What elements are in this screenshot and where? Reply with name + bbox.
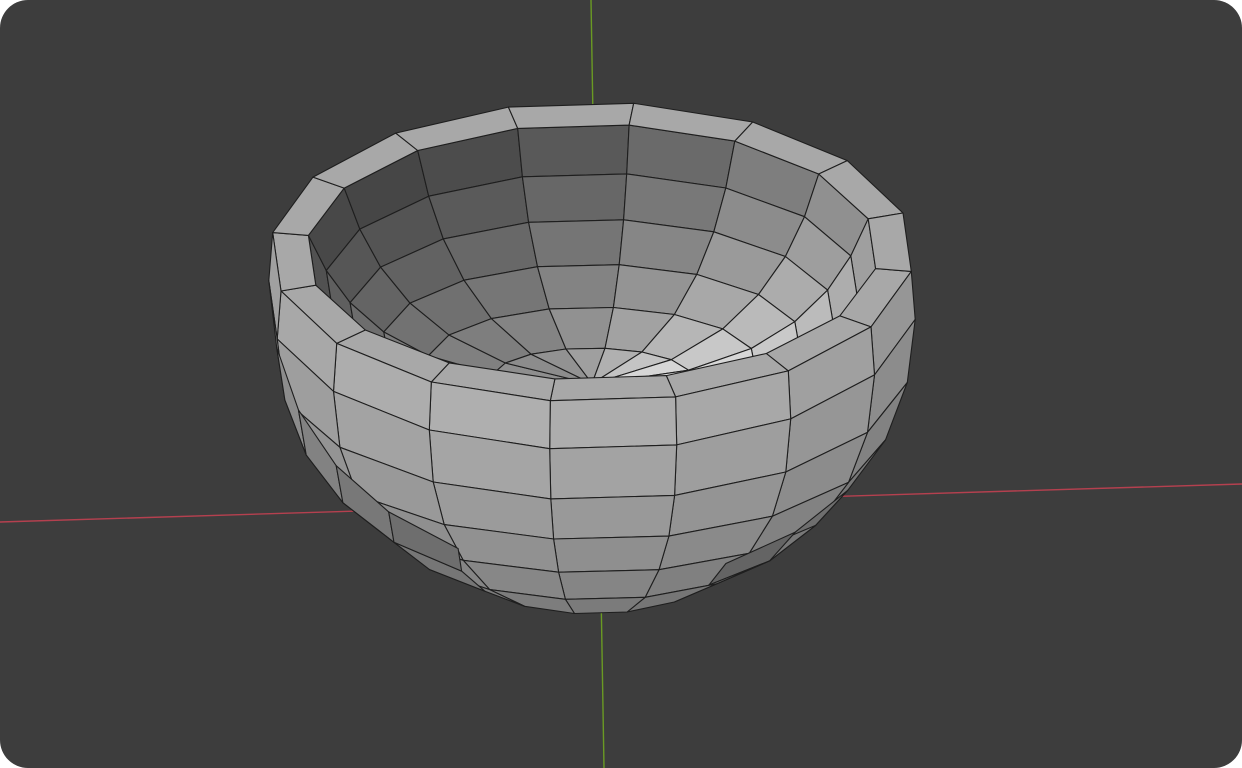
bowl-outer-face (558, 569, 660, 600)
bowl-outer-face (549, 396, 678, 450)
bowl-inner-face (528, 219, 625, 268)
bowl-inner-face (517, 124, 630, 178)
bowl-outer-face (553, 535, 670, 573)
viewport-canvas[interactable] (0, 0, 1242, 768)
bowl-inner-face (536, 264, 620, 310)
bowl-inner-face (521, 173, 628, 223)
bowl-outer-face (549, 444, 678, 500)
bowl-outer-face (550, 494, 676, 540)
bowl-rim-face (507, 102, 635, 129)
bowl-mesh[interactable] (268, 102, 916, 615)
3d-viewport[interactable] (0, 0, 1242, 768)
bowl-rim-face (867, 212, 912, 272)
